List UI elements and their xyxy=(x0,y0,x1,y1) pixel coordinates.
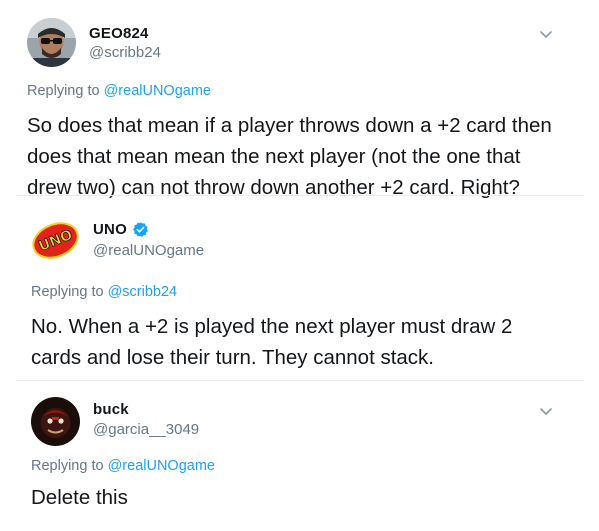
mention-link[interactable]: @realUNOgame xyxy=(108,458,215,474)
display-name[interactable]: UNO xyxy=(93,221,127,238)
tweet-uno[interactable]: UNO UNO @realUNOgame Replying to @scribb… xyxy=(0,196,599,381)
replying-to-line: Replying to @scribb24 xyxy=(31,284,177,300)
avatar[interactable]: UNO xyxy=(31,216,80,265)
avatar[interactable] xyxy=(27,18,76,67)
mention-link[interactable]: @realUNOgame xyxy=(104,83,211,99)
chevron-down-icon[interactable] xyxy=(537,402,555,420)
chevron-down-icon[interactable] xyxy=(537,25,555,43)
mention-link[interactable]: @scribb24 xyxy=(108,284,178,300)
avatar[interactable] xyxy=(31,397,80,446)
replying-to-label: Replying to xyxy=(31,284,108,300)
replying-to-label: Replying to xyxy=(27,83,104,99)
verified-badge-icon xyxy=(133,222,148,237)
replying-to-line: Replying to @realUNOgame xyxy=(27,83,211,99)
uno-logo-icon: UNO xyxy=(31,216,80,265)
tweet-text: Delete this xyxy=(31,486,128,509)
name-row: UNO xyxy=(93,221,149,238)
display-name[interactable]: buck xyxy=(93,401,129,418)
character-avatar-icon xyxy=(31,397,80,446)
tweet-buck[interactable]: buck @garcia__3049 Replying to @realUNOg… xyxy=(0,381,599,531)
name-row: buck xyxy=(93,401,129,418)
replying-to-line: Replying to @realUNOgame xyxy=(31,458,215,474)
tweet-text: So does that mean if a player throws dow… xyxy=(27,114,552,199)
replying-to-label: Replying to xyxy=(31,458,108,474)
name-row: GEO824 xyxy=(89,25,149,42)
user-handle[interactable]: @realUNOgame xyxy=(93,242,204,259)
tweet-text: No. When a +2 is played the next player … xyxy=(31,315,513,369)
user-handle[interactable]: @garcia__3049 xyxy=(93,421,199,438)
user-handle[interactable]: @scribb24 xyxy=(89,44,161,61)
tweet-geo824[interactable]: GEO824 @scribb24 Replying to @realUNOgam… xyxy=(0,0,599,199)
display-name[interactable]: GEO824 xyxy=(89,25,149,42)
user-photo-icon xyxy=(27,18,76,67)
